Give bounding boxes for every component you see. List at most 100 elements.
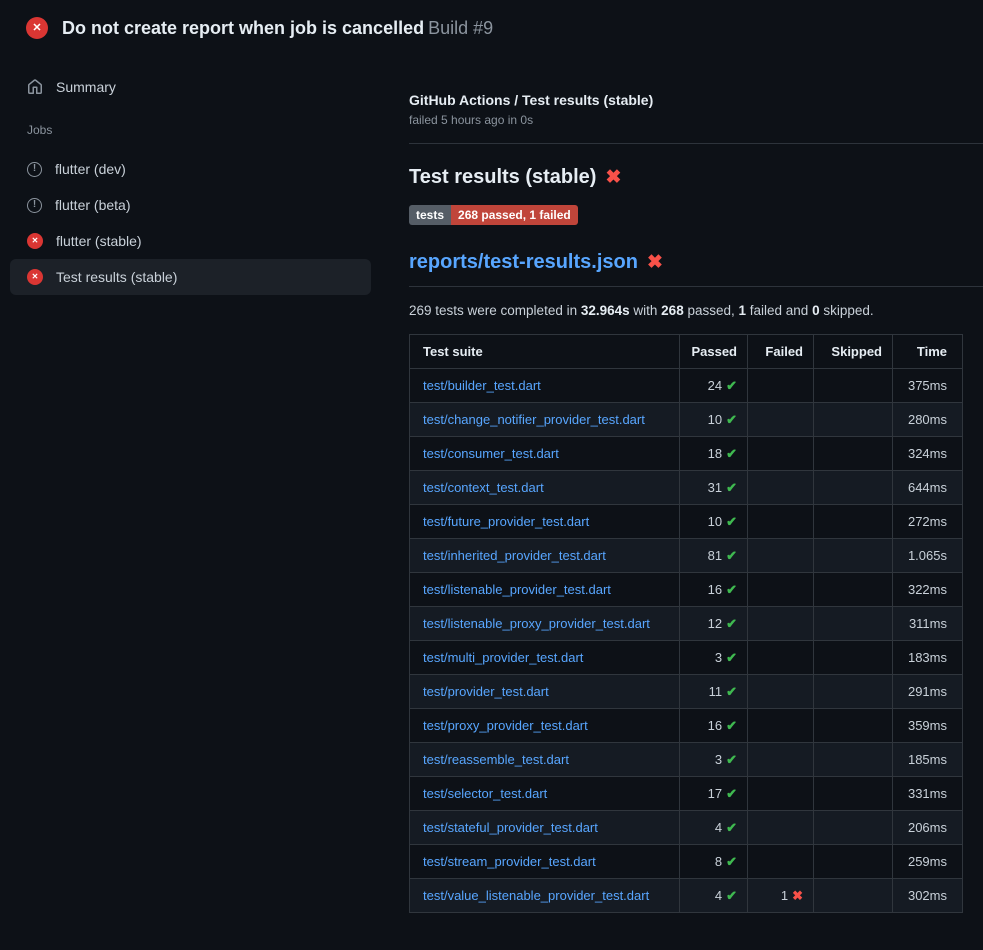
test-suite-cell: test/proxy_provider_test.dart [410,709,680,743]
check-icon: ✔ [726,820,737,835]
divider [409,143,983,144]
check-icon: ✔ [726,446,737,461]
sidebar-item-job[interactable]: ✕Test results (stable) [10,259,371,295]
table-header-row: Test suite Passed Failed Skipped Time [410,335,963,369]
report-link[interactable]: reports/test-results.json [409,251,638,274]
test-suite-cell: test/reassemble_test.dart [410,743,680,777]
x-circle-icon: ✕ [27,233,43,249]
main-content: GitHub Actions / Test results (stable) f… [409,52,983,913]
test-suite-link[interactable]: test/listenable_provider_test.dart [423,582,611,597]
count-value: 3 [715,650,722,665]
results-table-body: test/builder_test.dart24✔375ms test/chang… [410,369,963,913]
test-suite-cell: test/future_provider_test.dart [410,505,680,539]
count-value: 3 [715,752,722,767]
failed-cell [748,505,814,539]
x-icon: ✖ [792,888,803,903]
check-icon: ✔ [726,786,737,801]
sidebar-item-summary[interactable]: Summary [10,69,371,105]
time-cell: 324ms [893,437,963,471]
skipped-cell [814,369,893,403]
test-suite-link[interactable]: test/context_test.dart [423,480,544,495]
test-suite-cell: test/stateful_provider_test.dart [410,811,680,845]
summary-text: skipped. [820,303,874,318]
passed-cell: 3✔ [680,641,748,675]
test-suite-cell: test/provider_test.dart [410,675,680,709]
passed-cell: 8✔ [680,845,748,879]
test-suite-link[interactable]: test/proxy_provider_test.dart [423,718,588,733]
failed-cell [748,607,814,641]
failed-cell [748,437,814,471]
passed-cell: 10✔ [680,403,748,437]
badge-value: 268 passed, 1 failed [451,205,578,225]
time-cell: 375ms [893,369,963,403]
test-suite-link[interactable]: test/future_provider_test.dart [423,514,589,529]
table-row: test/builder_test.dart24✔375ms [410,369,963,403]
time-cell: 185ms [893,743,963,777]
col-header-failed: Failed [748,335,814,369]
skipped-cell [814,607,893,641]
skipped-cell [814,641,893,675]
summary-failed-count: 1 [739,303,747,318]
test-suite-link[interactable]: test/inherited_provider_test.dart [423,548,606,563]
results-table: Test suite Passed Failed Skipped Time te… [409,334,963,913]
count-value: 1 [781,888,788,903]
test-suite-cell: test/consumer_test.dart [410,437,680,471]
time-cell: 272ms [893,505,963,539]
test-suite-link[interactable]: test/builder_test.dart [423,378,541,393]
test-suite-cell: test/stream_provider_test.dart [410,845,680,879]
skipped-cell [814,505,893,539]
summary-passed-count: 268 [661,303,684,318]
failed-cell: 1✖ [748,879,814,913]
badge-label: tests [409,205,451,225]
table-row: test/reassemble_test.dart3✔185ms [410,743,963,777]
job-label: flutter (beta) [55,197,130,213]
check-icon: ✔ [726,582,737,597]
skipped-cell [814,437,893,471]
sidebar-item-job[interactable]: !flutter (beta) [10,187,371,223]
test-suite-cell: test/listenable_proxy_provider_test.dart [410,607,680,641]
alert-circle-icon: ! [27,162,42,177]
check-icon: ✔ [726,650,737,665]
failed-cell [748,573,814,607]
table-row: test/stateful_provider_test.dart4✔206ms [410,811,963,845]
x-circle-icon: ✕ [27,269,43,285]
test-suite-link[interactable]: test/value_listenable_provider_test.dart [423,888,649,903]
skipped-cell [814,709,893,743]
build-number: Build #9 [428,18,493,38]
sidebar-item-job[interactable]: !flutter (dev) [10,151,371,187]
test-suite-link[interactable]: test/listenable_proxy_provider_test.dart [423,616,650,631]
test-suite-link[interactable]: test/change_notifier_provider_test.dart [423,412,645,427]
tests-badge: tests 268 passed, 1 failed [409,205,578,225]
check-icon: ✔ [726,514,737,529]
test-suite-link[interactable]: test/stream_provider_test.dart [423,854,596,869]
summary-skipped-count: 0 [812,303,820,318]
table-row: test/provider_test.dart11✔291ms [410,675,963,709]
count-value: 18 [708,446,722,461]
check-run-title: Do not create report when job is cancell… [62,18,424,38]
test-suite-link[interactable]: test/provider_test.dart [423,684,549,699]
count-value: 81 [708,548,722,563]
passed-cell: 11✔ [680,675,748,709]
time-cell: 644ms [893,471,963,505]
table-row: test/listenable_provider_test.dart16✔322… [410,573,963,607]
sidebar-item-job[interactable]: ✕flutter (stable) [10,223,371,259]
test-suite-link[interactable]: test/selector_test.dart [423,786,547,801]
test-suite-cell: test/inherited_provider_test.dart [410,539,680,573]
summary-duration: 32.964s [581,303,630,318]
passed-cell: 16✔ [680,709,748,743]
test-suite-cell: test/value_listenable_provider_test.dart [410,879,680,913]
test-suite-cell: test/context_test.dart [410,471,680,505]
table-row: test/consumer_test.dart 18 ✔ 324ms [410,437,963,471]
test-suite-link[interactable]: test/stateful_provider_test.dart [423,820,598,835]
skipped-cell [814,573,893,607]
skipped-cell [814,743,893,777]
test-suite-link[interactable]: test/multi_provider_test.dart [423,650,583,665]
summary-text: failed and [746,303,812,318]
test-suite-link[interactable]: test/consumer_test.dart [423,446,559,461]
skipped-cell [814,811,893,845]
time-cell: 259ms [893,845,963,879]
passed-cell: 4✔ [680,879,748,913]
skipped-cell [814,675,893,709]
test-suite-link[interactable]: test/reassemble_test.dart [423,752,569,767]
failed-cell [748,845,814,879]
